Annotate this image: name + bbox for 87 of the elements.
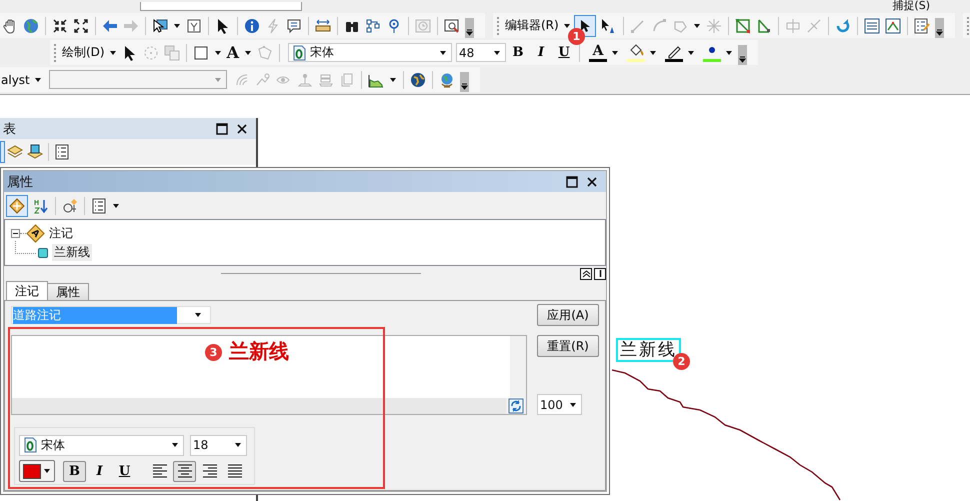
- caret-icon[interactable]: [650, 50, 656, 54]
- apply-button[interactable]: 应用(A): [537, 304, 599, 326]
- font-combo[interactable]: 宋体: [288, 43, 452, 62]
- diamond-grid-icon: [9, 198, 25, 214]
- drag-handle-icon[interactable]: [966, 16, 969, 34]
- refresh-icon[interactable]: [508, 398, 524, 414]
- globe-icon[interactable]: [23, 18, 39, 34]
- attributes-table-icon[interactable]: [864, 18, 880, 34]
- ruler-icon[interactable]: [315, 18, 331, 34]
- feature-icon: [38, 248, 48, 258]
- restore-icon[interactable]: [214, 120, 230, 136]
- text-tool[interactable]: A: [226, 43, 240, 62]
- style-button[interactable]: I: [88, 460, 111, 482]
- style-button[interactable]: U: [113, 460, 136, 482]
- options-list-icon[interactable]: [54, 144, 70, 160]
- tree-item[interactable]: 注记: [47, 225, 75, 242]
- reset-button[interactable]: 重置(R): [537, 335, 599, 357]
- caret-icon[interactable]: [694, 24, 700, 28]
- info-icon[interactable]: [244, 18, 260, 34]
- popup-icon[interactable]: [286, 18, 302, 34]
- panel-title: 表: [2, 120, 16, 138]
- tree-item[interactable]: 兰新线: [52, 244, 92, 261]
- preview-text: 兰新线: [229, 338, 289, 365]
- restore-icon[interactable]: [564, 174, 580, 190]
- style-button[interactable]: I: [530, 42, 552, 64]
- caret-icon[interactable]: [688, 50, 694, 54]
- pointer-triangle-icon: [600, 18, 616, 34]
- drag-handle-icon[interactable]: [497, 16, 499, 34]
- style-button[interactable]: B: [507, 42, 530, 64]
- pin-bar-icon[interactable]: [594, 268, 606, 280]
- caret-icon[interactable]: [245, 50, 252, 54]
- back-arrow-icon[interactable]: [102, 18, 118, 34]
- color-swatch: [23, 464, 41, 478]
- vertex-edit-icon[interactable]: [734, 18, 751, 34]
- horizontal-scrollbar[interactable]: [12, 398, 506, 414]
- pick-icon[interactable]: [62, 198, 78, 214]
- font-file-icon: [291, 44, 308, 60]
- caret-icon[interactable]: [726, 50, 732, 54]
- window-title: 属性: [6, 174, 33, 190]
- snap-menu[interactable]: 捕捉(S): [892, 0, 930, 12]
- editor-menu[interactable]: 编辑器(R): [504, 17, 560, 34]
- layers-icon[interactable]: [7, 144, 23, 160]
- zoom-full-extent-icon[interactable]: [52, 18, 68, 34]
- layer-source-icon[interactable]: [27, 144, 43, 160]
- checklist-icon[interactable]: [914, 18, 930, 34]
- collapse-icon[interactable]: [11, 229, 20, 238]
- number-badge: 2: [673, 353, 690, 370]
- magnifier-window-icon[interactable]: [444, 18, 460, 34]
- caret-icon[interactable]: [214, 50, 221, 54]
- drag-handle-icon[interactable]: [54, 44, 56, 62]
- align-center-icon[interactable]: [173, 460, 196, 482]
- draw-menu[interactable]: 绘制(D): [61, 44, 106, 61]
- collapse-up-icon[interactable]: [580, 268, 592, 280]
- tab[interactable]: 注记: [6, 281, 48, 300]
- font-color-tool[interactable]: A: [588, 44, 608, 62]
- rectangle-icon[interactable]: [192, 44, 209, 60]
- sort-icon: [32, 198, 48, 214]
- scale-field[interactable]: [140, 2, 302, 10]
- select-features-icon[interactable]: [152, 18, 168, 34]
- style-button[interactable]: B: [63, 460, 86, 482]
- caret-icon[interactable]: [612, 50, 618, 54]
- vertical-scrollbar[interactable]: [510, 336, 526, 398]
- caret-icon[interactable]: [34, 78, 41, 82]
- options-list-icon[interactable]: [91, 198, 107, 214]
- font-file-icon: [22, 437, 38, 453]
- caret-icon[interactable]: [110, 50, 116, 54]
- analyst-menu[interactable]: alyst: [0, 72, 31, 86]
- font-combo[interactable]: 宋体: [19, 434, 184, 456]
- sketch-properties-icon[interactable]: [884, 18, 901, 34]
- tab[interactable]: 属性: [47, 283, 89, 300]
- zoom-extent-icon[interactable]: [73, 18, 89, 34]
- caret-icon[interactable]: [113, 204, 119, 208]
- annotation-class-icon: A: [28, 226, 43, 241]
- size-combo[interactable]: 48: [456, 43, 506, 62]
- size-combo[interactable]: 18: [190, 434, 247, 456]
- globe-icon[interactable]: [410, 72, 426, 88]
- clear-selection-icon[interactable]: [186, 18, 202, 34]
- rotate-icon[interactable]: [834, 18, 851, 34]
- color-picker[interactable]: [19, 460, 55, 482]
- caret-icon[interactable]: [390, 78, 396, 82]
- categorized-view-button[interactable]: [6, 194, 28, 216]
- zoom-combo[interactable]: 100: [537, 394, 582, 415]
- route-icon[interactable]: [365, 18, 381, 34]
- fill-color-tool[interactable]: [626, 43, 646, 62]
- caret-icon[interactable]: [174, 24, 180, 28]
- globe-stand-icon[interactable]: [438, 72, 455, 88]
- node-tool-icon[interactable]: [756, 18, 772, 34]
